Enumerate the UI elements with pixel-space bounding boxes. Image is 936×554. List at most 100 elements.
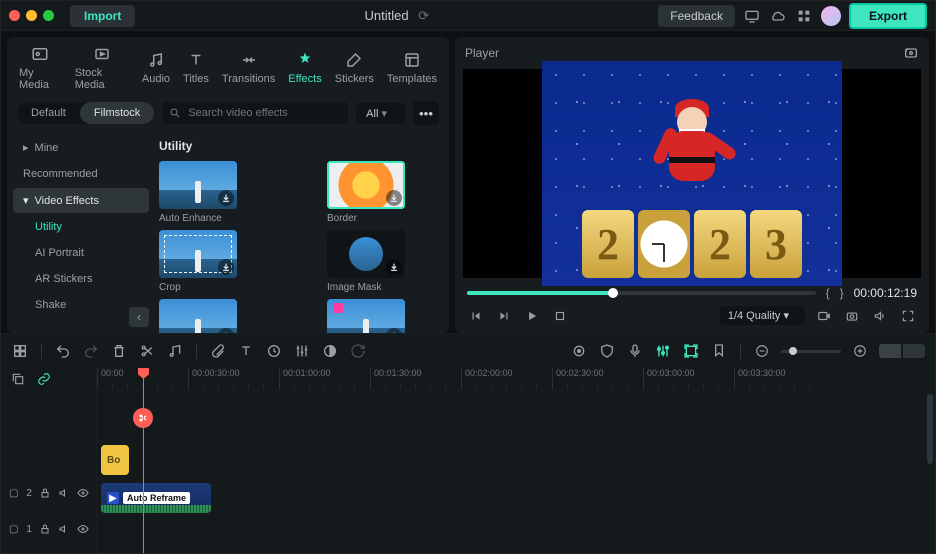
tab-stickers[interactable]: Stickers [335, 49, 374, 85]
close-window[interactable] [9, 10, 20, 21]
quality-select[interactable]: 1/4 Quality ▾ [720, 306, 805, 325]
lock-icon[interactable] [38, 486, 51, 500]
source-default[interactable]: Default [17, 102, 80, 124]
sidebar-item-utility[interactable]: Utility [13, 215, 149, 239]
search-input[interactable] [162, 102, 348, 124]
camera-icon[interactable] [843, 307, 861, 325]
ruler-tick: 00:03:30:00 [734, 368, 786, 389]
track-1[interactable]: ▶ Auto Reframe [97, 480, 935, 516]
tab-my-media[interactable]: My Media [19, 43, 62, 91]
eye-icon[interactable] [77, 522, 90, 536]
chevron-down-icon: ▾ [23, 194, 29, 207]
volume-icon[interactable] [871, 307, 889, 325]
player-viewport[interactable]: 2 2 3 [463, 69, 921, 278]
zoom-in-icon[interactable] [851, 342, 869, 360]
delete-icon[interactable] [110, 342, 128, 360]
square-icon[interactable]: ▢ [7, 486, 20, 500]
clip-auto-reframe[interactable]: ▶ Auto Reframe [101, 483, 211, 513]
export-button[interactable]: Export [849, 3, 927, 29]
more-button[interactable]: ••• [413, 101, 439, 125]
sidebar-item-ar-stickers[interactable]: AR Stickers [13, 267, 149, 291]
effect-item[interactable] [327, 299, 405, 333]
next-frame-icon[interactable] [495, 307, 513, 325]
clip-border[interactable]: Bo [101, 445, 129, 475]
playhead[interactable] [143, 368, 144, 553]
download-icon[interactable] [218, 190, 234, 206]
sidebar-item-ai-portrait[interactable]: AI Portrait [13, 241, 149, 265]
sidebar-item-video-effects[interactable]: ▾Video Effects [13, 188, 149, 213]
timeline: ▢ 2 ▢ 1 00:0000:00:30:0000:01:00:0000:01… [1, 333, 935, 553]
timeline-vertical-scrollbar[interactable] [927, 394, 933, 547]
track-header-2[interactable]: ▢ 2 [1, 475, 96, 511]
maximize-window[interactable] [43, 10, 54, 21]
autoframe-icon[interactable] [682, 342, 700, 360]
effect-border[interactable]: Border [327, 161, 405, 224]
download-icon[interactable] [386, 259, 402, 275]
cloud-icon[interactable] [769, 7, 787, 25]
source-filmstock[interactable]: Filmstock [80, 102, 154, 124]
feedback-button[interactable]: Feedback [658, 5, 735, 27]
sidebar-item-mine[interactable]: ▸Mine [13, 135, 149, 160]
layout-icon[interactable] [11, 342, 29, 360]
tab-titles[interactable]: Titles [183, 49, 209, 85]
tab-transitions[interactable]: Transitions [222, 49, 275, 85]
paperclip-icon[interactable] [209, 342, 227, 360]
rotate-icon[interactable] [349, 342, 367, 360]
mute-icon[interactable] [57, 486, 70, 500]
filter-select[interactable]: All ▾ [356, 103, 405, 124]
snapshot-icon[interactable] [903, 45, 919, 61]
effect-image-mask[interactable]: Image Mask [327, 230, 405, 293]
adjust-icon[interactable] [293, 342, 311, 360]
marker-icon[interactable] [710, 342, 728, 360]
track-2[interactable]: Bo [97, 442, 935, 478]
apps-icon[interactable] [795, 7, 813, 25]
music-settings-icon[interactable] [166, 342, 184, 360]
timeline-tracks[interactable]: 00:0000:00:30:0000:01:00:0000:01:30:0000… [97, 368, 935, 553]
text-icon[interactable] [237, 342, 255, 360]
effect-auto-enhance[interactable]: Auto Enhance [159, 161, 237, 224]
shield-icon[interactable] [598, 342, 616, 360]
download-icon[interactable] [386, 190, 402, 206]
sidebar-item-recommended[interactable]: Recommended [13, 162, 149, 186]
timeline-view-toggle[interactable] [879, 344, 925, 358]
ruler-tick: 00:02:00:00 [461, 368, 513, 389]
tab-audio[interactable]: Audio [142, 49, 170, 85]
speed-icon[interactable] [265, 342, 283, 360]
split-icon[interactable] [138, 342, 156, 360]
zoom-slider[interactable] [781, 350, 841, 353]
play-icon[interactable] [523, 307, 541, 325]
import-button[interactable]: Import [70, 5, 135, 27]
stop-icon[interactable] [551, 307, 569, 325]
target-icon[interactable] [570, 342, 588, 360]
track-header-1[interactable]: ▢ 1 [1, 511, 96, 547]
mic-icon[interactable] [626, 342, 644, 360]
mark-out-icon[interactable]: } [840, 286, 844, 300]
zoom-out-icon[interactable] [753, 342, 771, 360]
display-icon[interactable] [743, 7, 761, 25]
square-icon[interactable]: ▢ [7, 522, 20, 536]
duplicate-icon[interactable] [9, 370, 27, 388]
color-icon[interactable] [321, 342, 339, 360]
effect-crop[interactable]: Crop [159, 230, 237, 293]
fullscreen-icon[interactable] [899, 307, 917, 325]
tab-effects[interactable]: Effects [288, 49, 321, 85]
timeline-ruler[interactable]: 00:0000:00:30:0000:01:00:0000:01:30:0000… [97, 368, 935, 390]
effect-item[interactable] [159, 299, 237, 333]
eye-icon[interactable] [77, 486, 90, 500]
mute-icon[interactable] [57, 522, 70, 536]
lock-icon[interactable] [38, 522, 51, 536]
tab-templates[interactable]: Templates [387, 49, 437, 85]
record-icon[interactable] [815, 307, 833, 325]
mark-in-icon[interactable]: { [826, 286, 830, 300]
link-icon[interactable] [35, 370, 53, 388]
sidebar-collapse[interactable]: ‹ [129, 307, 149, 327]
scrub-bar[interactable] [467, 291, 816, 295]
download-icon[interactable] [218, 259, 234, 275]
minimize-window[interactable] [26, 10, 37, 21]
undo-icon[interactable] [54, 342, 72, 360]
redo-icon[interactable] [82, 342, 100, 360]
tab-stock-media[interactable]: Stock Media [75, 43, 129, 91]
mixer-icon[interactable] [654, 342, 672, 360]
prev-frame-icon[interactable] [467, 307, 485, 325]
avatar[interactable] [821, 6, 841, 26]
